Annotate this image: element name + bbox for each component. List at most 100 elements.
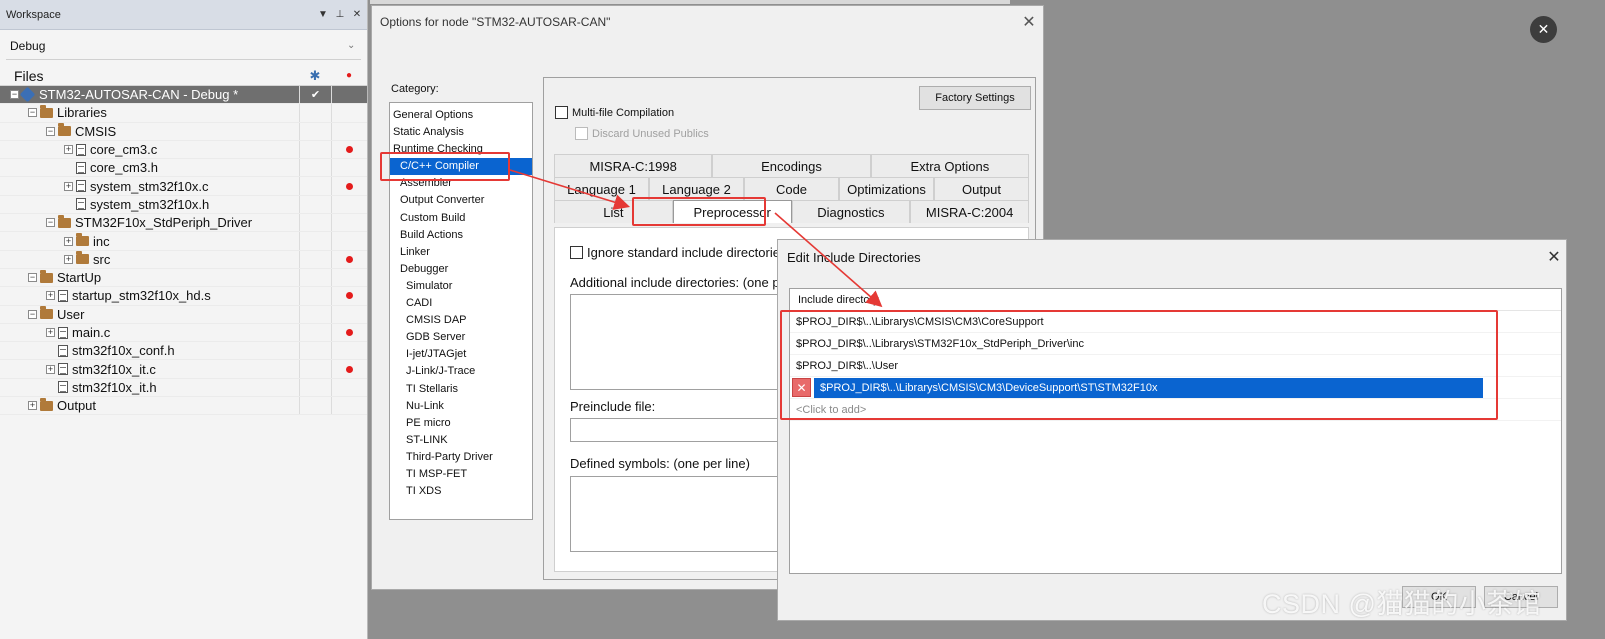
collapse-icon[interactable]: −	[28, 108, 37, 118]
category-item[interactable]: Output Converter	[390, 192, 532, 209]
tree-folder[interactable]: − User	[0, 305, 367, 324]
folder-icon	[58, 123, 71, 137]
category-item[interactable]: CMSIS DAP	[390, 312, 532, 329]
tree-folder[interactable]: − STM32F10x_StdPeriph_Driver	[0, 214, 367, 233]
gear-icon[interactable]: ✱	[299, 68, 331, 84]
delete-icon[interactable]: ✕	[792, 378, 811, 397]
category-item[interactable]: J-Link/J-Trace	[390, 363, 532, 380]
tab-preprocessor[interactable]: Preprocessor	[672, 200, 792, 223]
additional-include-textarea[interactable]	[570, 294, 790, 390]
category-item[interactable]: Build Actions	[390, 227, 532, 244]
tree-file[interactable]: system_stm32f10x.h	[0, 195, 367, 215]
file-icon	[58, 363, 68, 376]
tree-folder[interactable]: − Libraries	[0, 104, 367, 123]
category-item[interactable]: TI XDS	[390, 483, 532, 500]
expand-icon[interactable]: +	[64, 181, 73, 191]
category-item[interactable]: ST-LINK	[390, 432, 532, 449]
include-directory-list[interactable]: Include directory $PROJ_DIR$\..\Librarys…	[789, 288, 1562, 574]
collapse-icon[interactable]: −	[46, 126, 55, 136]
tree-file[interactable]: + main.c	[0, 323, 367, 343]
tab-misra-c-2004[interactable]: MISRA-C:2004	[910, 200, 1029, 223]
tree-file[interactable]: stm32f10x_it.h	[0, 378, 367, 398]
category-item[interactable]: GDB Server	[390, 329, 532, 346]
collapse-icon[interactable]: −	[10, 90, 19, 100]
tab-diagnostics[interactable]: Diagnostics	[791, 200, 911, 223]
click-to-add-row[interactable]: <Click to add>	[790, 399, 1561, 421]
defined-symbols-textarea[interactable]	[570, 476, 790, 552]
expand-icon[interactable]: +	[46, 328, 55, 337]
category-item[interactable]: I-jet/JTAGjet	[390, 346, 532, 363]
category-item[interactable]: CADI	[390, 295, 532, 312]
category-item[interactable]: Runtime Checking	[390, 141, 532, 158]
close-icon[interactable]: ✕	[1542, 247, 1566, 267]
tree-folder[interactable]: − StartUp	[0, 268, 367, 288]
tree-folder[interactable]: − CMSIS	[0, 122, 367, 141]
category-list[interactable]: General Options Static Analysis Runtime Ch…	[389, 102, 533, 520]
category-item[interactable]: Debugger	[390, 261, 532, 278]
include-directory-row[interactable]: $PROJ_DIR$\..\User	[790, 355, 1561, 377]
category-item[interactable]: Third-Party Driver	[390, 449, 532, 466]
expand-icon[interactable]: +	[46, 291, 55, 301]
tab-output[interactable]: Output	[934, 177, 1029, 200]
category-item[interactable]: TI MSP-FET	[390, 466, 532, 483]
tab-code[interactable]: Code	[744, 177, 839, 200]
category-item[interactable]: Simulator	[390, 278, 532, 295]
pin-icon[interactable]: ⊥	[333, 9, 347, 20]
expand-icon[interactable]: +	[64, 254, 73, 264]
category-item[interactable]: Nu-Link	[390, 398, 532, 415]
category-item[interactable]: Static Analysis	[390, 124, 532, 141]
multifile-checkbox[interactable]	[555, 106, 568, 119]
include-directory-row-selected[interactable]: ✕ $PROJ_DIR$\..\Librarys\CMSIS\CM3\Device…	[790, 377, 1561, 399]
category-item[interactable]: General Options	[390, 107, 532, 124]
tab-misra-c-1998[interactable]: MISRA-C:1998	[554, 154, 713, 177]
tree-folder[interactable]: + Output	[0, 397, 367, 416]
tree-file[interactable]: + core_cm3.c	[0, 140, 367, 160]
category-item[interactable]: C/C++ Compiler	[390, 158, 532, 176]
selected-path-text[interactable]: $PROJ_DIR$\..\Librarys\CMSIS\CM3\DeviceS…	[814, 377, 1483, 398]
category-item[interactable]: TI Stellaris	[390, 381, 532, 398]
expand-icon[interactable]: +	[64, 236, 73, 246]
collapse-icon[interactable]: −	[28, 273, 37, 283]
folder-icon	[40, 269, 53, 283]
tree-status-cell	[331, 86, 367, 104]
ignore-std-include-checkbox[interactable]	[570, 246, 583, 259]
expand-icon[interactable]: +	[28, 401, 37, 411]
collapse-icon[interactable]: −	[46, 218, 55, 228]
expand-icon[interactable]: +	[46, 364, 55, 374]
tab-language-1[interactable]: Language 1	[554, 177, 649, 200]
tree-folder[interactable]: + inc	[0, 232, 367, 251]
factory-settings-button[interactable]: Factory Settings	[919, 86, 1031, 110]
tab-encodings[interactable]: Encodings	[712, 154, 871, 177]
tree-file[interactable]: stm32f10x_conf.h	[0, 342, 367, 361]
close-icon[interactable]: ✕	[350, 9, 364, 20]
viewer-close-icon[interactable]: ✕	[1530, 16, 1557, 43]
category-item[interactable]: Custom Build	[390, 210, 532, 227]
tab-optimizations[interactable]: Optimizations	[839, 177, 934, 200]
tree-options-cell	[299, 122, 331, 140]
tree-project[interactable]: − STM32-AUTOSAR-CAN - Debug * ✔	[0, 86, 367, 105]
tab-language-2[interactable]: Language 2	[649, 177, 744, 200]
category-item[interactable]: PE micro	[390, 415, 532, 432]
ignore-std-include-option[interactable]: Ignore standard include directorie	[570, 245, 780, 260]
dropdown-arrow-icon[interactable]: ▼	[316, 9, 330, 20]
category-item[interactable]: Linker	[390, 244, 532, 261]
multifile-compilation-option[interactable]: Multi-file Compilation	[555, 106, 674, 119]
tree-file[interactable]: + stm32f10x_it.c	[0, 360, 367, 379]
configuration-select[interactable]: Debug ⌄	[6, 32, 361, 60]
tree-folder[interactable]: + src	[0, 250, 367, 269]
tree-file[interactable]: + system_stm32f10x.c	[0, 177, 367, 196]
tree-file[interactable]: core_cm3.h	[0, 159, 367, 178]
include-directory-row[interactable]: $PROJ_DIR$\..\Librarys\STM32F10x_StdPeri…	[790, 333, 1561, 355]
tree-file[interactable]: + startup_stm32f10x_hd.s	[0, 287, 367, 306]
edit-include-title: Edit Include Directories	[787, 249, 921, 265]
tree-node-label: stm32f10x_it.c	[72, 361, 156, 377]
collapse-icon[interactable]: −	[28, 309, 37, 319]
tab-extra-options[interactable]: Extra Options	[870, 154, 1029, 177]
category-item[interactable]: Assembler	[390, 175, 532, 192]
include-directory-row[interactable]: $PROJ_DIR$\..\Librarys\CMSIS\CM3\CoreSup…	[790, 311, 1561, 333]
preinclude-input[interactable]	[570, 418, 790, 442]
tree-node-label: main.c	[72, 325, 111, 340]
expand-icon[interactable]: +	[64, 145, 73, 155]
close-icon[interactable]: ✕	[1015, 12, 1043, 32]
tab-list[interactable]: List	[554, 200, 673, 223]
